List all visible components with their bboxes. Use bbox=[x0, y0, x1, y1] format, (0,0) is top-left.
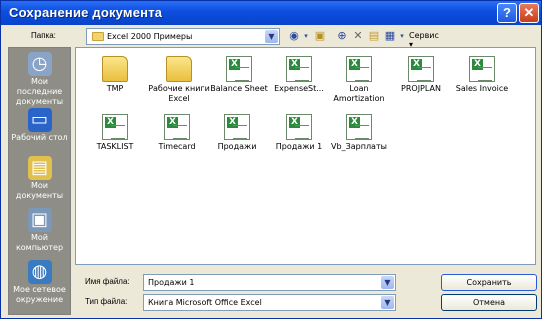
location-label: Папка: bbox=[31, 31, 56, 40]
file-name: Timecard bbox=[158, 142, 196, 151]
chevron-down-icon[interactable]: ▼ bbox=[265, 30, 278, 43]
excel-file-icon: X bbox=[224, 114, 250, 140]
excel-file-icon: X bbox=[286, 114, 312, 140]
cancel-button[interactable]: Отмена bbox=[441, 294, 537, 311]
excel-file-icon: X bbox=[286, 56, 312, 82]
chevron-down-icon[interactable]: ▼ bbox=[381, 276, 394, 289]
my-documents-icon: ▤ bbox=[27, 156, 52, 180]
title-bar[interactable]: Сохранение документа ? ✕ bbox=[1, 1, 541, 25]
filetype-value: Книга Microsoft Office Excel bbox=[148, 298, 262, 307]
network-icon: ◍ bbox=[27, 260, 52, 284]
file-name: Loan Amortization bbox=[333, 84, 385, 103]
place-recent-documents[interactable]: ◷ Мои последние документы bbox=[9, 52, 70, 107]
list-item[interactable]: X TASKLIST bbox=[84, 114, 146, 152]
chevron-down-icon[interactable]: ▼ bbox=[381, 296, 394, 309]
filename-value: Продажи 1 bbox=[148, 278, 195, 287]
file-name: Vb_Зарплаты bbox=[331, 142, 387, 151]
up-folder-icon[interactable]: ▣ bbox=[313, 29, 327, 43]
place-desktop[interactable]: ▭ Рабочий стол bbox=[9, 108, 70, 143]
filetype-label: Тип файла: bbox=[85, 297, 128, 306]
save-button[interactable]: Сохранить bbox=[441, 274, 537, 291]
list-item[interactable]: Рабочие книги Excel bbox=[148, 56, 210, 104]
views-dropdown-icon[interactable]: ▾ bbox=[395, 29, 409, 43]
file-name: Balance Sheet bbox=[210, 84, 268, 93]
folder-icon bbox=[166, 56, 192, 82]
recent-documents-icon: ◷ bbox=[27, 52, 52, 76]
place-label: Мои последние документы bbox=[15, 77, 64, 106]
place-network[interactable]: ◍ Мое сетевое окружение bbox=[9, 260, 70, 305]
close-button[interactable]: ✕ bbox=[519, 3, 539, 23]
list-item[interactable]: TMP bbox=[84, 56, 146, 94]
tools-menu-label: Сервис bbox=[409, 31, 439, 40]
file-name: Рабочие книги Excel bbox=[148, 84, 210, 103]
list-item[interactable]: X Продажи bbox=[206, 114, 268, 152]
window-title: Сохранение документа bbox=[9, 5, 163, 20]
list-item[interactable]: X Balance Sheet bbox=[208, 56, 270, 94]
list-item[interactable]: X Timecard bbox=[146, 114, 208, 152]
folder-icon bbox=[102, 56, 128, 82]
file-name: TMP bbox=[106, 84, 124, 93]
excel-file-icon: X bbox=[346, 56, 372, 82]
search-web-icon[interactable]: ⊕ bbox=[335, 29, 349, 43]
list-item[interactable]: X Продажи 1 bbox=[268, 114, 330, 152]
file-name: ExpenseSt... bbox=[274, 84, 324, 93]
location-value: Excel 2000 Примеры bbox=[107, 32, 193, 41]
location-combo[interactable]: Excel 2000 Примеры ▼ bbox=[86, 28, 280, 45]
back-dropdown-icon[interactable]: ▾ bbox=[299, 29, 313, 43]
place-my-computer[interactable]: ▣ Мой компьютер bbox=[9, 208, 70, 253]
file-name: Sales Invoice bbox=[455, 84, 509, 93]
place-label: Мое сетевое окружение bbox=[13, 285, 66, 304]
list-item[interactable]: X Sales Invoice bbox=[451, 56, 513, 94]
excel-file-icon: X bbox=[469, 56, 495, 82]
places-bar: ◷ Мои последние документы ▭ Рабочий стол… bbox=[8, 47, 71, 315]
list-item[interactable]: X ExpenseSt... bbox=[268, 56, 330, 94]
excel-file-icon: X bbox=[226, 56, 252, 82]
file-list[interactable]: TMP Рабочие книги Excel X Balance Sheet … bbox=[75, 47, 536, 265]
file-name: PROJPLAN bbox=[401, 84, 441, 93]
new-folder-icon[interactable]: ▤ bbox=[367, 29, 381, 43]
list-item[interactable]: X Vb_Зарплаты bbox=[328, 114, 390, 152]
delete-icon[interactable]: ✕ bbox=[351, 29, 365, 43]
filetype-select[interactable]: Книга Microsoft Office Excel ▼ bbox=[143, 294, 396, 311]
place-label: Мои документы bbox=[15, 181, 64, 200]
list-item[interactable]: X Loan Amortization bbox=[328, 56, 390, 104]
list-item[interactable]: X PROJPLAN bbox=[390, 56, 452, 94]
excel-file-icon: X bbox=[164, 114, 190, 140]
file-name: Продажи 1 bbox=[275, 142, 323, 151]
excel-file-icon: X bbox=[102, 114, 128, 140]
filename-label: Имя файла: bbox=[85, 277, 130, 286]
place-label: Рабочий стол bbox=[11, 133, 68, 142]
place-label: Мой компьютер bbox=[15, 233, 64, 252]
help-button[interactable]: ? bbox=[497, 3, 517, 23]
filename-input[interactable]: Продажи 1 ▼ bbox=[143, 274, 396, 291]
my-computer-icon: ▣ bbox=[27, 208, 52, 232]
file-name: Продажи bbox=[217, 142, 257, 151]
place-my-documents[interactable]: ▤ Мои документы bbox=[9, 156, 70, 201]
folder-icon bbox=[92, 32, 104, 41]
desktop-icon: ▭ bbox=[27, 108, 52, 132]
excel-file-icon: X bbox=[408, 56, 434, 82]
file-name: TASKLIST bbox=[96, 142, 134, 151]
excel-file-icon: X bbox=[346, 114, 372, 140]
save-dialog: Сохранение документа ? ✕ Папка: Excel 20… bbox=[0, 0, 542, 319]
